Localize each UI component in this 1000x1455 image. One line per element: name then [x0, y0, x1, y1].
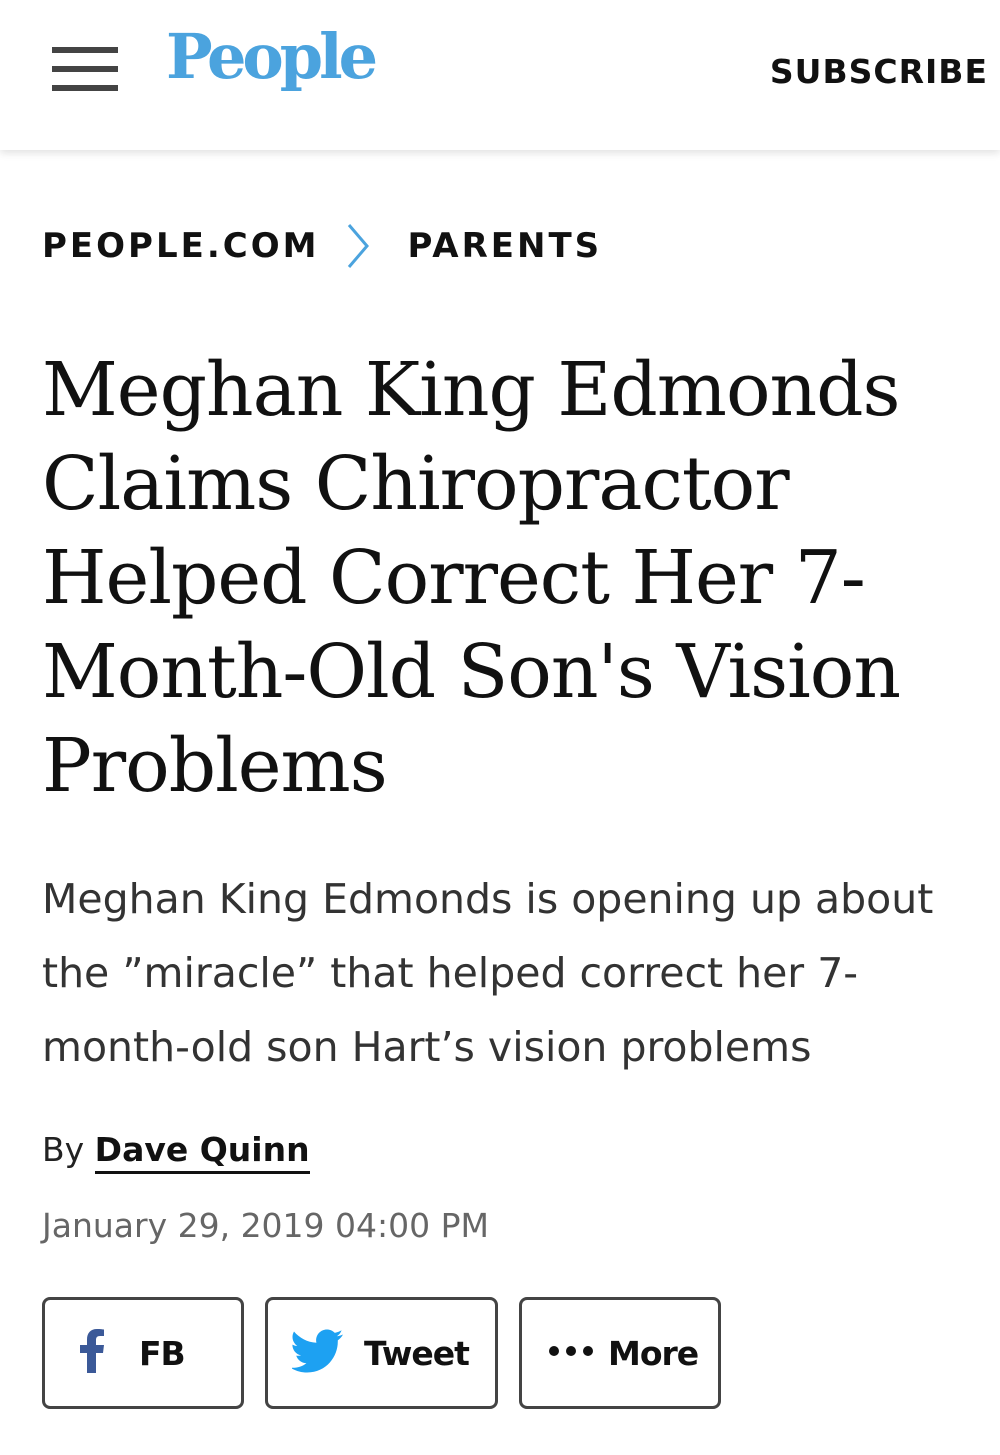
article-headline: Meghan King Edmonds Claims Chiropractor … — [42, 347, 901, 809]
menu-bar — [52, 47, 118, 53]
menu-bar — [52, 66, 118, 72]
more-dots-icon — [548, 1344, 594, 1362]
author-link[interactable]: Dave Quinn — [94, 1130, 310, 1174]
byline: By Dave Quinn — [42, 1130, 310, 1174]
byline-prefix: By — [42, 1130, 85, 1169]
share-facebook-button[interactable]: FB — [42, 1297, 244, 1409]
menu-bar — [52, 85, 118, 91]
share-more-label: More — [608, 1333, 699, 1373]
subscribe-button[interactable]: SUBSCRIBE — [770, 52, 988, 91]
breadcrumb-item-parents[interactable]: PARENTS — [407, 226, 602, 266]
twitter-bird-icon — [290, 1329, 344, 1378]
breadcrumb: PEOPLE.COM PARENTS — [42, 222, 602, 270]
people-logo[interactable]: People — [166, 26, 378, 88]
share-facebook-label: FB — [139, 1333, 186, 1373]
facebook-icon — [79, 1328, 105, 1378]
hamburger-menu-icon[interactable] — [52, 47, 118, 91]
breadcrumb-item-people-com[interactable]: PEOPLE.COM — [42, 226, 319, 266]
share-twitter-button[interactable]: Tweet — [265, 1297, 498, 1409]
publish-date: January 29, 2019 04:00 PM — [42, 1206, 489, 1245]
article-dek: Meghan King Edmonds is opening up about … — [42, 875, 934, 1071]
site-header: People SUBSCRIBE — [0, 0, 1000, 150]
share-more-button[interactable]: More — [519, 1297, 721, 1409]
share-twitter-label: Tweet — [364, 1333, 470, 1373]
chevron-right-icon — [339, 222, 385, 270]
